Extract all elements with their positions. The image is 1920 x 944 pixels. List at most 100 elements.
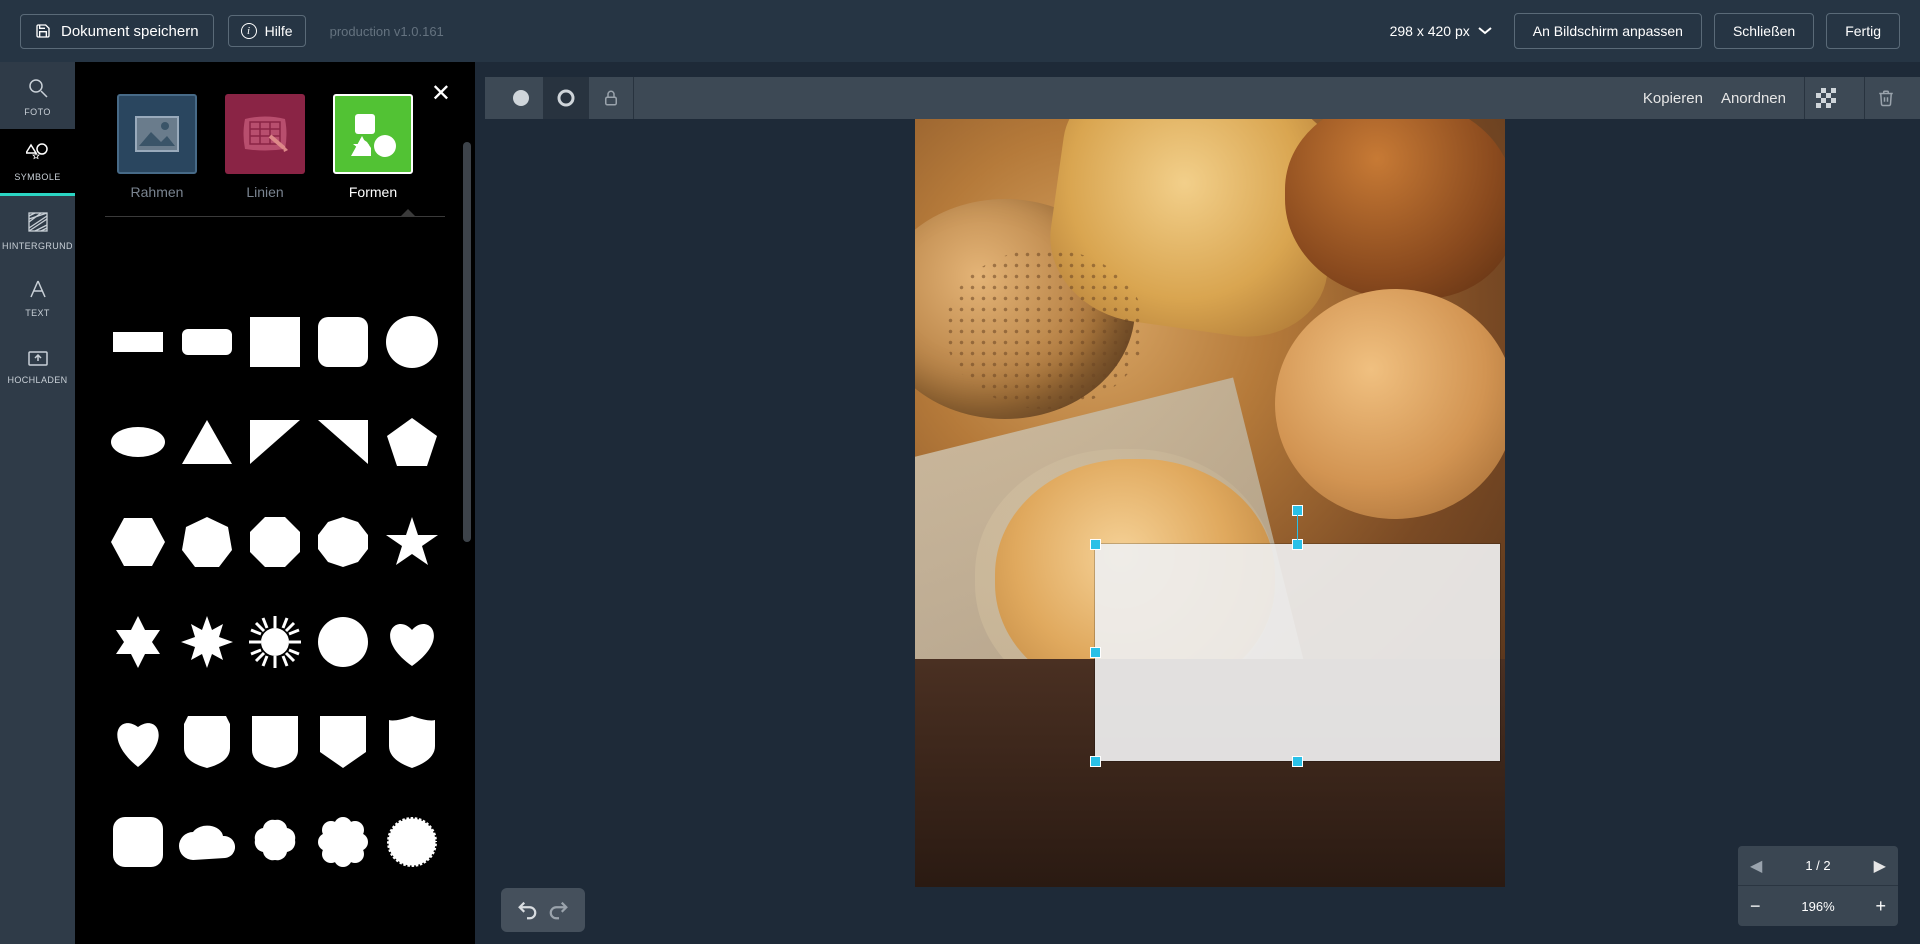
fill-solid-button[interactable] [499,77,544,119]
delete-button[interactable] [1864,77,1906,119]
close-button[interactable]: Schließen [1714,13,1814,49]
nav-label: FOTO [24,107,50,117]
top-bar: Dokument speichern i Hilfe production v1… [0,0,1920,62]
page-indicator: 1 / 2 [1805,858,1830,873]
nav-hintergrund[interactable]: HINTERGRUND [0,196,75,263]
shape-rect-thin[interactable] [109,312,167,372]
shape-star-6[interactable] [109,612,167,672]
zoom-in-button[interactable]: + [1875,896,1886,917]
undo-button[interactable] [513,896,541,924]
object-toolbar: Kopieren Anordnen [485,77,1920,119]
shape-right-triangle-1[interactable] [246,412,304,472]
shape-seal[interactable] [383,812,441,872]
document-page[interactable] [915,119,1505,887]
search-icon [25,75,51,101]
category-rahmen[interactable]: Rahmen [117,94,197,200]
nav-symbole[interactable]: SYMBOLE [0,129,75,196]
cat-label: Formen [349,184,397,200]
symbols-panel: ✕ Rahmen Linien Formen [75,62,475,944]
nav-text[interactable]: TEXT [0,263,75,330]
category-tabs: Rahmen Linien Formen [75,62,475,210]
canvas-area[interactable]: ◀ 1 / 2 ▶ − 196% + [485,119,1920,944]
shape-star[interactable] [383,512,441,572]
nav-hochladen[interactable]: HOCHLADEN [0,330,75,397]
shape-pentagon[interactable] [383,412,441,472]
next-page-button[interactable]: ▶ [1874,856,1886,876]
shapes-cat-icon [333,94,413,174]
shape-ellipse[interactable] [109,412,167,472]
shape-shield-4[interactable] [383,712,441,772]
help-button[interactable]: i Hilfe [228,15,306,47]
lines-icon [225,94,305,174]
nav-label: TEXT [25,308,50,318]
shape-shield-3[interactable] [314,712,372,772]
shape-burst-thick[interactable] [314,612,372,672]
shape-heart-point[interactable] [109,712,167,772]
copy-button[interactable]: Kopieren [1643,90,1703,107]
version-text: production v1.0.161 [330,24,444,39]
upload-icon [25,343,51,369]
nav-foto[interactable]: FOTO [0,62,75,129]
page-zoom-widget: ◀ 1 / 2 ▶ − 196% + [1738,846,1898,926]
arrange-button[interactable]: Anordnen [1721,90,1786,107]
shape-square[interactable] [246,312,304,372]
shape-heptagon[interactable] [177,512,235,572]
shape-rect-round[interactable] [177,312,235,372]
shapes-icon [25,140,51,166]
resize-handle-w[interactable] [1090,647,1101,658]
shapes-list[interactable] [75,282,475,944]
category-separator [105,216,445,217]
help-label: Hilfe [265,23,293,39]
shape-shield-2[interactable] [246,712,304,772]
cat-label: Rahmen [131,184,184,200]
shape-hexagon[interactable] [109,512,167,572]
shape-right-triangle-2[interactable] [314,412,372,472]
transparency-button[interactable] [1804,77,1846,119]
shape-flower-2[interactable] [314,812,372,872]
resize-handle-s[interactable] [1292,756,1303,767]
shape-square-soft[interactable] [109,812,167,872]
fill-outline-button[interactable] [544,77,589,119]
shape-flower-1[interactable] [246,812,304,872]
resize-handle-nw[interactable] [1090,539,1101,550]
shape-octagon[interactable] [246,512,304,572]
nav-label: SYMBOLE [14,172,60,182]
fit-screen-button[interactable]: An Bildschirm anpassen [1514,13,1702,49]
cat-label: Linien [246,184,283,200]
background-icon [25,209,51,235]
category-formen[interactable]: Formen [333,94,413,200]
topbar-left: Dokument speichern i Hilfe production v1… [20,14,444,49]
shape-square-round[interactable] [314,312,372,372]
save-document-button[interactable]: Dokument speichern [20,14,214,49]
zoom-out-button[interactable]: − [1750,896,1761,917]
lock-button[interactable] [589,77,634,119]
frames-icon [117,94,197,174]
undo-redo-group [501,888,585,932]
category-linien[interactable]: Linien [225,94,305,200]
panel-scrollbar[interactable] [463,142,471,542]
prev-page-button[interactable]: ◀ [1750,856,1762,876]
left-nav-rail: FOTO SYMBOLE HINTERGRUND TEXT HOCHLADEN [0,62,75,944]
shape-circle[interactable] [383,312,441,372]
canvas-dimensions-dropdown[interactable]: 298 x 420 px [1390,23,1492,39]
shape-heart[interactable] [383,612,441,672]
redo-button[interactable] [545,896,573,924]
done-button[interactable]: Fertig [1826,13,1900,49]
chevron-down-icon [1478,26,1492,36]
save-icon [35,23,51,39]
text-icon [25,276,51,302]
info-icon: i [241,23,257,39]
dimensions-value: 298 x 420 px [1390,23,1470,39]
selected-shape[interactable] [1095,544,1500,761]
shape-cloud[interactable] [177,812,235,872]
shape-star-8[interactable] [177,612,235,672]
shape-shield-1[interactable] [177,712,235,772]
nav-label: HOCHLADEN [7,375,67,385]
resize-handle-sw[interactable] [1090,756,1101,767]
shape-burst-thin[interactable] [246,612,304,672]
save-label: Dokument speichern [61,23,199,40]
shape-decagon[interactable] [314,512,372,572]
close-panel-button[interactable]: ✕ [431,82,451,106]
nav-label: HINTERGRUND [2,241,73,251]
shape-triangle[interactable] [177,412,235,472]
